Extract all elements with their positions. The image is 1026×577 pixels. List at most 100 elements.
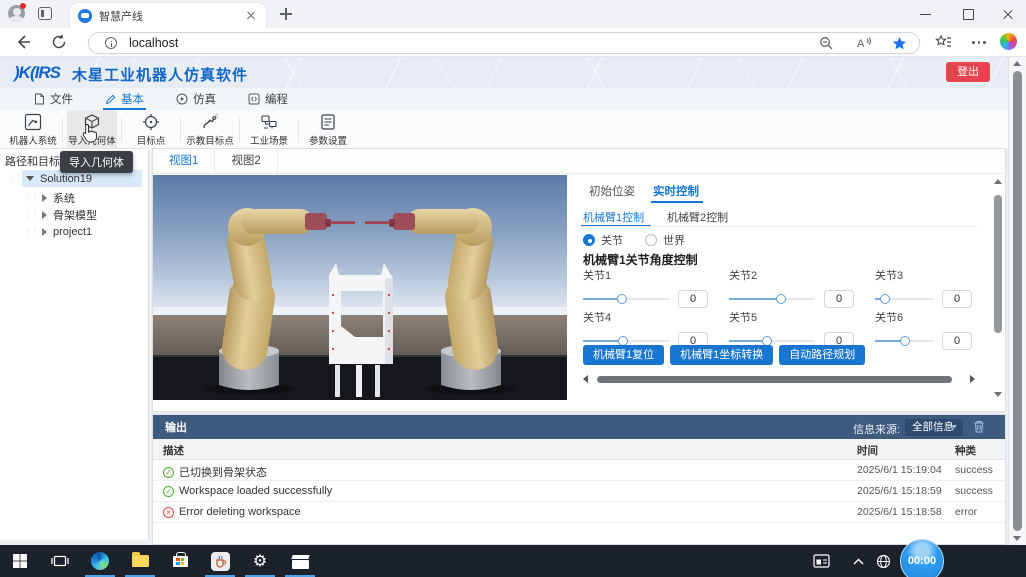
arm1-reset-button[interactable]: 机械臂1复位 — [583, 345, 664, 365]
app-header: )K(IRS 木星工业机器人仿真软件 登出 — [0, 57, 1008, 88]
recording-timer-bubble[interactable]: 00:00 — [900, 539, 944, 577]
output-row[interactable]: ×Error deleting workspace 2025/6/1 15:18… — [153, 502, 1005, 523]
window-restore-button[interactable] — [948, 0, 988, 28]
new-tab-button[interactable] — [280, 8, 292, 20]
edge-icon — [91, 552, 109, 570]
read-aloud-icon[interactable]: A — [856, 36, 872, 50]
scroll-right-icon[interactable] — [970, 375, 975, 383]
control-horizontal-scrollbar[interactable] — [581, 374, 977, 384]
zoom-out-icon[interactable] — [819, 36, 834, 51]
address-bar[interactable]: localhost A — [88, 32, 920, 54]
caret-right-icon[interactable] — [42, 211, 47, 219]
tab-initial-pose[interactable]: 初始位姿 — [589, 183, 635, 199]
horizontal-scroll-thumb[interactable] — [597, 376, 952, 383]
browser-tab[interactable]: 智慧产线 — [70, 3, 266, 28]
logout-button[interactable]: 登出 — [946, 62, 990, 82]
taskbar-java-app-button[interactable] — [200, 545, 240, 577]
tool-parameter-settings[interactable]: 参数设置 — [303, 110, 353, 150]
tab-close-icon[interactable] — [244, 9, 258, 23]
clear-output-icon[interactable] — [973, 420, 985, 433]
status-icon: × — [163, 507, 174, 518]
control-vertical-scrollbar[interactable] — [991, 177, 1005, 399]
joint-2-slider[interactable] — [729, 294, 815, 304]
scroll-down-icon[interactable] — [994, 392, 1002, 397]
radio-joint[interactable] — [583, 234, 595, 246]
caret-right-icon[interactable] — [42, 194, 47, 202]
tab-actions-icon[interactable] — [38, 7, 52, 20]
tool-teach-target-point[interactable]: 示教目标点 — [185, 110, 235, 150]
url-text[interactable]: localhost — [129, 36, 819, 50]
subtab-arm2-control[interactable]: 机械臂2控制 — [667, 209, 728, 225]
subtab-arm1-control[interactable]: 机械臂1控制 — [583, 209, 644, 225]
output-row[interactable]: ✓Workspace loaded successfully 2025/6/1 … — [153, 481, 1005, 502]
scroll-down-icon[interactable] — [1013, 536, 1021, 541]
menu-item-basic[interactable]: 基本 — [99, 88, 150, 110]
scroll-left-icon[interactable] — [583, 375, 588, 383]
scroll-up-icon[interactable] — [994, 179, 1002, 184]
radio-world[interactable] — [645, 234, 657, 246]
joint-3-slider[interactable] — [875, 294, 933, 304]
tab-view1[interactable]: 视图1 — [153, 149, 215, 173]
caret-right-icon[interactable] — [42, 228, 47, 236]
joint-2-control: 关节2 0 — [729, 267, 875, 305]
app-page: )K(IRS 木星工业机器人仿真软件 登出 文件 基本 仿真 编程 机器人系统 — [0, 57, 1008, 545]
joint-2-value-input[interactable]: 0 — [824, 290, 854, 308]
joint-1-control: 关节1 0 — [583, 267, 729, 305]
favorite-star-icon[interactable] — [892, 36, 907, 51]
tab-favicon-icon — [78, 9, 92, 23]
industrial-scene-icon — [260, 113, 278, 131]
back-icon[interactable] — [14, 33, 32, 51]
refresh-icon[interactable] — [50, 33, 68, 51]
tree-node-system[interactable]: ⋮⋮ 系统 — [24, 189, 75, 206]
widgets-tray-icon[interactable] — [808, 545, 834, 577]
output-row[interactable]: ✓已切换到骨架状态 2025/6/1 15:19:04 success — [153, 460, 1005, 481]
taskbar-explorer-button[interactable] — [120, 545, 160, 577]
collections-icon[interactable] — [934, 33, 952, 51]
clapperboard-icon — [292, 560, 309, 569]
joint-control-heading: 机械臂1关节角度控制 — [583, 251, 698, 268]
tool-target-point[interactable]: 目标点 — [126, 110, 176, 150]
window-close-button[interactable] — [988, 0, 1026, 28]
file-icon — [34, 93, 45, 105]
start-button[interactable] — [0, 545, 40, 577]
show-hidden-icons-chevron[interactable] — [845, 545, 871, 577]
joint-1-slider[interactable] — [583, 294, 669, 304]
windows-logo-icon — [12, 553, 28, 569]
arm1-coordinate-transform-button[interactable]: 机械臂1坐标转换 — [670, 345, 773, 365]
taskbar-settings-button[interactable]: ⚙ — [240, 545, 280, 577]
page-scroll-thumb[interactable] — [1013, 71, 1022, 531]
menu-item-programming[interactable]: 编程 — [242, 88, 294, 110]
tab-title: 智慧产线 — [99, 8, 244, 24]
network-globe-icon[interactable] — [870, 545, 896, 577]
menu-item-file[interactable]: 文件 — [28, 88, 79, 110]
site-info-icon[interactable] — [105, 37, 117, 49]
task-view-button[interactable] — [40, 545, 80, 577]
scroll-up-icon[interactable] — [1013, 61, 1021, 66]
taskbar-media-app-button[interactable] — [280, 545, 320, 577]
caret-down-icon[interactable] — [26, 176, 34, 181]
joint-1-value-input[interactable]: 0 — [678, 290, 708, 308]
tree-node-project1[interactable]: ⋮⋮ project1 — [24, 223, 92, 240]
tool-industrial-scene[interactable]: 工业场景 — [244, 110, 294, 150]
tab-realtime-control[interactable]: 实时控制 — [653, 183, 699, 199]
3d-viewport[interactable] — [153, 175, 567, 400]
drag-handle-icon: ⋮⋮ — [24, 210, 38, 219]
subtab-divider — [581, 226, 977, 227]
browser-menu-icon[interactable] — [972, 41, 986, 44]
joint-3-value-input[interactable]: 0 — [942, 290, 972, 308]
window-minimize-button[interactable] — [906, 0, 946, 28]
tool-robot-system[interactable]: 机器人系统 — [8, 110, 58, 150]
play-circle-icon — [176, 93, 188, 105]
auto-path-planning-button[interactable]: 自动路径规划 — [779, 345, 865, 365]
tree-node-skeleton-model[interactable]: ⋮⋮ 骨架模型 — [24, 206, 97, 223]
vertical-scroll-thumb[interactable] — [994, 195, 1002, 333]
copilot-icon[interactable] — [1000, 33, 1017, 50]
menu-item-simulation[interactable]: 仿真 — [170, 88, 222, 110]
joint-6-value-input[interactable]: 0 — [942, 332, 972, 350]
taskbar-edge-button[interactable] — [80, 545, 120, 577]
taskbar-store-button[interactable] — [160, 545, 200, 577]
joint-6-slider[interactable] — [875, 336, 933, 346]
tab-view2[interactable]: 视图2 — [215, 149, 277, 173]
code-icon — [248, 93, 260, 105]
page-scrollbar[interactable] — [1008, 57, 1026, 545]
